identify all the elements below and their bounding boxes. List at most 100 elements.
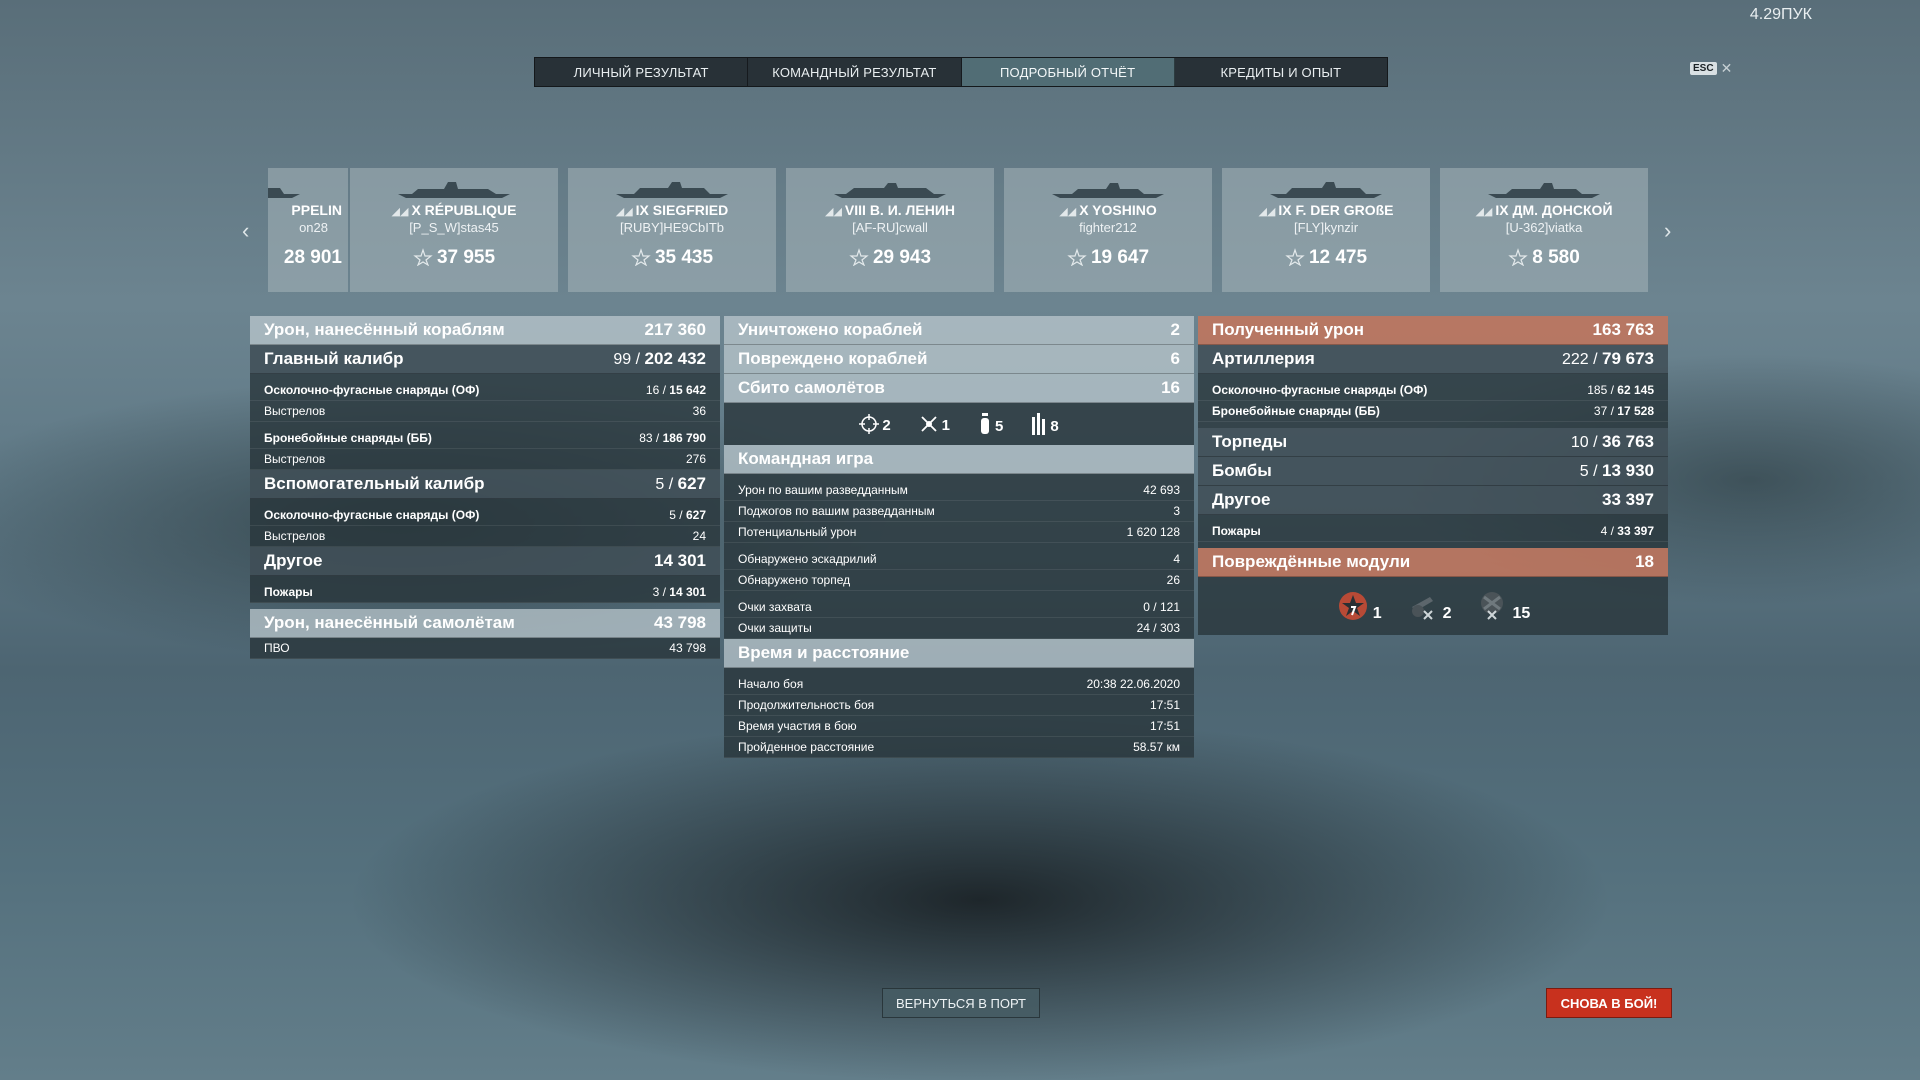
esc-key-label: ESC bbox=[1690, 62, 1717, 75]
ship-card[interactable]: ◢◢ VIII В. И. ЛЕНИН [AF-RU]cwall 29 943 bbox=[786, 168, 994, 292]
ship-silhouette-icon bbox=[616, 182, 728, 198]
ship-card[interactable]: ◢◢ IX F. DER GROßE [FLY]kynzir 12 475 bbox=[1222, 168, 1430, 292]
ship-silhouette-icon bbox=[1270, 182, 1382, 198]
premium-flag-icon: ◢◢ bbox=[1258, 206, 1276, 218]
main-caliber-he-shots-row: Выстрелов 36 bbox=[250, 401, 720, 422]
ship-xp: 19 647 bbox=[1004, 247, 1212, 269]
ship-name: ◢◢ VIII В. И. ЛЕНИН bbox=[825, 202, 955, 218]
time-stat-row: Время участия в бою 17:51 bbox=[724, 716, 1194, 737]
team-stat-row: Поджогов по вашим разведданным 3 bbox=[724, 501, 1194, 522]
ship-xp: 35 435 bbox=[568, 247, 776, 269]
time-distance-header: Время и расстояние bbox=[724, 639, 1194, 668]
bombs-row: Бомбы 5 / 13 930 bbox=[1198, 457, 1668, 486]
chevron-left-icon[interactable]: ‹ bbox=[242, 218, 249, 244]
ship-card[interactable]: ◢◢ IX SIEGFRIED [RUBY]HE9CbITb 35 435 bbox=[568, 168, 776, 292]
battle-again-button[interactable]: СНОВА В БОЙ! bbox=[1546, 988, 1672, 1018]
artillery-ap-row: Бронебойные снаряды (ББ) 37 / 17 528 bbox=[1198, 401, 1668, 422]
ship-card[interactable]: PPELIN on28 28 901 bbox=[268, 168, 348, 292]
artillery-he-row: Осколочно-фугасные снаряды (ОФ) 185 / 62… bbox=[1198, 380, 1668, 401]
damage-dealt-column: Урон, нанесённый кораблям 217 360 Главный… bbox=[250, 316, 720, 659]
player-name: [P_S_W]stas45 bbox=[409, 220, 499, 235]
achievements-column: Уничтожено кораблей 2 Повреждено кораблей… bbox=[724, 316, 1194, 758]
ship-name: ◢◢ IX SIEGFRIED bbox=[615, 202, 729, 218]
torpedoes-row: Торпеды 10 / 36 763 bbox=[1198, 428, 1668, 457]
main-caliber-ap-shots-row: Выстрелов 276 bbox=[250, 449, 720, 470]
plane-types-row: 2 1 5 8 bbox=[724, 403, 1194, 445]
tab-credits-xp[interactable]: КРЕДИТЫ И ОПЫТ bbox=[1175, 58, 1387, 86]
planes-shot-down-row: Сбито самолётов 16 bbox=[724, 374, 1194, 403]
main-caliber-row: Главный калибр 99 / 202 432 bbox=[250, 345, 720, 374]
time-stat-row: Начало боя 20:38 22.06.2020 bbox=[724, 674, 1194, 695]
xp-laurel-icon bbox=[849, 248, 869, 266]
destroyed-ships-row: Уничтожено кораблей 2 bbox=[724, 316, 1194, 345]
ship-carousel: PPELIN on28 28 901 ◢◢ X RÉPUBLIQUE [P_S_W… bbox=[268, 168, 1648, 292]
ship-xp: 28 901 bbox=[283, 247, 342, 268]
team-stat-row: Урон по вашим разведданным 42 693 bbox=[724, 480, 1194, 501]
ship-xp: 12 475 bbox=[1222, 247, 1430, 269]
ship-silhouette-icon bbox=[268, 188, 300, 198]
premium-flag-icon: ◢◢ bbox=[1059, 206, 1077, 218]
tab-team-result[interactable]: КОМАНДНЫЙ РЕЗУЛЬТАТ bbox=[748, 58, 962, 86]
premium-flag-icon: ◢◢ bbox=[825, 206, 842, 218]
ship-silhouette-icon bbox=[1488, 183, 1600, 198]
xp-laurel-icon bbox=[1067, 248, 1087, 266]
bomb-icon: 5 bbox=[978, 413, 1003, 435]
team-stat-row: Обнаружено торпед 26 bbox=[724, 570, 1194, 591]
ship-name: ◢◢ IX F. DER GROßE bbox=[1258, 202, 1394, 218]
ship-card[interactable]: ◢◢ X YOSHINO fighter212 19 647 bbox=[1004, 168, 1212, 292]
other-received-row: Другое 33 397 bbox=[1198, 486, 1668, 515]
player-name: on28 bbox=[299, 220, 328, 235]
return-to-port-button[interactable]: ВЕРНУТЬСЯ В ПОРТ bbox=[882, 988, 1040, 1018]
team-play-header: Командная игра bbox=[724, 445, 1194, 474]
tab-personal-result[interactable]: ЛИЧНЫЙ РЕЗУЛЬТАТ bbox=[535, 58, 749, 86]
damaged-ships-row: Повреждено кораблей 6 bbox=[724, 345, 1194, 374]
gun-damage-icon: 2 bbox=[1406, 589, 1452, 623]
esc-close-control[interactable]: ESC ✕ bbox=[1690, 60, 1732, 77]
damage-ships-header: Урон, нанесённый кораблям 217 360 bbox=[250, 316, 720, 345]
fires-row: Пожары 3 / 14 301 bbox=[250, 582, 720, 603]
damage-received-column: Полученный урон 163 763 Артиллерия 222 / … bbox=[1198, 316, 1668, 635]
player-name: [U-362]viatka bbox=[1505, 220, 1583, 235]
torpedo-tube-damage-icon: 15 bbox=[1476, 589, 1530, 623]
ship-card[interactable]: ◢◢ IX ДМ. ДОНСКОЙ [U-362]viatka 8 580 bbox=[1440, 168, 1648, 292]
received-fires-row: Пожары 4 / 33 397 bbox=[1198, 521, 1668, 542]
player-name: fighter212 bbox=[1079, 220, 1137, 235]
aa-row: ПВО 43 798 bbox=[250, 638, 720, 659]
received-damage-header: Полученный урон 163 763 bbox=[1198, 316, 1668, 345]
ship-xp: 29 943 bbox=[786, 247, 994, 269]
secondary-caliber-row: Вспомогательный калибр 5 / 627 bbox=[250, 470, 720, 499]
xp-laurel-icon bbox=[631, 248, 651, 266]
ship-xp: 37 955 bbox=[350, 247, 558, 269]
ship-name: ◢◢ X RÉPUBLIQUE bbox=[391, 202, 517, 218]
main-caliber-he-row: Осколочно-фугасные снаряды (ОФ) 16 / 15 … bbox=[250, 380, 720, 401]
results-tabs: ЛИЧНЫЙ РЕЗУЛЬТАТ КОМАНДНЫЙ РЕЗУЛЬТАТ ПОД… bbox=[534, 57, 1388, 87]
chevron-right-icon[interactable]: › bbox=[1664, 218, 1671, 244]
team-stat-row: Очки защиты 24 / 303 bbox=[724, 618, 1194, 639]
ship-silhouette-icon bbox=[834, 183, 946, 198]
damage-planes-header: Урон, нанесённый самолётам 43 798 bbox=[250, 609, 720, 638]
crosshair-icon: 2 bbox=[859, 414, 891, 434]
torpedo-bomber-icon: 8 bbox=[1031, 413, 1059, 435]
team-stat-row: Обнаружено эскадрилий 4 bbox=[724, 549, 1194, 570]
player-name: [AF-RU]cwall bbox=[852, 220, 928, 235]
ship-card[interactable]: ◢◢ X RÉPUBLIQUE [P_S_W]stas45 37 955 bbox=[350, 168, 558, 292]
premium-flag-icon: ◢◢ bbox=[1475, 206, 1493, 218]
ship-name: ◢◢ IX ДМ. ДОНСКОЙ bbox=[1475, 202, 1613, 218]
damaged-modules-row: 1 2 15 bbox=[1198, 577, 1668, 635]
main-caliber-ap-row: Бронебойные снаряды (ББ) 83 / 186 790 bbox=[250, 428, 720, 449]
time-stat-row: Продолжительность боя 17:51 bbox=[724, 695, 1194, 716]
player-name: [RUBY]HE9CbITb bbox=[619, 220, 725, 235]
tab-detailed-report[interactable]: ПОДРОБНЫЙ ОТЧЁТ bbox=[961, 58, 1175, 86]
secondary-he-shots-row: Выстрелов 24 bbox=[250, 526, 720, 547]
top-right-status: 4.29ПУК bbox=[1749, 6, 1812, 23]
xp-laurel-icon bbox=[1508, 248, 1528, 266]
time-stat-row: Пройденное расстояние 58.57 км bbox=[724, 737, 1194, 758]
ship-xp: 8 580 bbox=[1440, 247, 1648, 269]
ship-silhouette-icon bbox=[398, 182, 510, 198]
ship-name: ◢◢ X YOSHINO bbox=[1059, 202, 1157, 218]
close-icon[interactable]: ✕ bbox=[1721, 60, 1733, 77]
xp-laurel-icon bbox=[1285, 248, 1305, 266]
artillery-row: Артиллерия 222 / 79 673 bbox=[1198, 345, 1668, 374]
secondary-he-row: Осколочно-фугасные снаряды (ОФ) 5 / 627 bbox=[250, 505, 720, 526]
damaged-modules-header: Повреждённые модули 18 bbox=[1198, 548, 1668, 577]
